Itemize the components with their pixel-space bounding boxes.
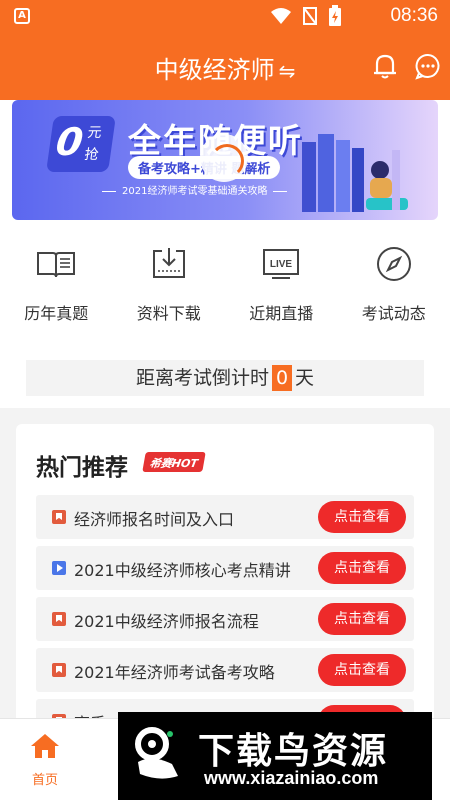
play-icon (52, 561, 66, 575)
countdown-suffix: 天 (295, 367, 315, 389)
bookmark-icon (52, 510, 66, 524)
message-icon[interactable] (414, 52, 442, 80)
no-signal-icon (303, 7, 317, 25)
books-illustration-icon (302, 134, 408, 212)
app-header: 中级经济师 ⇋ (0, 32, 450, 100)
wifi-icon (271, 8, 291, 24)
book-icon (37, 252, 76, 278)
zero-price-value: 0 (53, 120, 86, 164)
watermark-domain: www.xiazainiao.com (204, 768, 379, 788)
download-icon (152, 248, 185, 278)
hot-badge: 希赛HOT (142, 452, 206, 472)
recommend-title: 热门推荐 (36, 455, 128, 481)
nav-label: 近期直播 (249, 304, 314, 323)
app-notification-icon: A (14, 8, 30, 24)
recommend-item[interactable]: 2021年经济师考试备考攻略 点击查看 (36, 648, 414, 692)
svg-text:LIVE: LIVE (270, 259, 293, 270)
nav-label: 资料下载 (136, 304, 201, 323)
recommend-item-title: 2021中级经济师核心考点精讲 (74, 561, 291, 580)
recommend-item[interactable]: 经济师报名时间及入口 点击查看 (36, 495, 414, 539)
loading-spinner (200, 134, 248, 182)
quick-nav: 历年真题 资料下载 LIVE 近期直播 考试动态 (0, 240, 450, 332)
recommend-card: 热门推荐 希赛HOT 经济师报名时间及入口 点击查看 2021中级经济师核心考点… (16, 424, 434, 730)
nav-live[interactable]: LIVE 近期直播 (225, 240, 338, 332)
page-title: 中级经济师 (154, 56, 275, 84)
live-tv-icon: LIVE (263, 249, 300, 279)
nav-downloads[interactable]: 资料下载 (113, 240, 226, 332)
bookmark-icon (52, 612, 66, 626)
view-button[interactable]: 点击查看 (318, 501, 406, 533)
watermark: 下载鸟资源 www.xiazainiao.com (118, 712, 432, 800)
tab-home-label: 首页 (31, 773, 58, 788)
tab-home[interactable]: 首页 (20, 733, 70, 788)
countdown-days: 0 (271, 365, 293, 391)
bell-icon[interactable] (372, 52, 398, 80)
recommend-item-title: 2021年经济师考试备考攻略 (74, 663, 275, 682)
countdown-prefix: 距离考试倒计时 (135, 367, 269, 389)
recommend-item-title: 2021中级经济师报名流程 (74, 612, 259, 631)
recommend-item-title: 经济师报名时间及入口 (74, 510, 235, 529)
nav-label: 考试动态 (361, 304, 426, 323)
grab-label: 抢 (83, 147, 100, 163)
exam-countdown: 距离考试倒计时 0 天 (26, 360, 424, 396)
home-icon (31, 734, 59, 758)
view-button[interactable]: 点击查看 (318, 552, 406, 584)
status-bar: A 08:36 (0, 0, 450, 32)
nav-past-exams[interactable]: 历年真题 (0, 240, 113, 332)
recommend-item[interactable]: 2021中级经济师核心考点精讲 点击查看 (36, 546, 414, 590)
bird-logo-icon (135, 727, 178, 779)
banner-footer: 2021经济师考试零基础通关攻略 (96, 182, 293, 197)
battery-charging-icon (329, 5, 341, 26)
nav-label: 历年真题 (24, 304, 89, 323)
clock: 08:36 (390, 5, 438, 26)
nav-news[interactable]: 考试动态 (338, 240, 450, 332)
bookmark-icon (52, 663, 66, 677)
zero-price-badge: 0 元 抢 (46, 116, 116, 172)
watermark-brand: 下载鸟资源 (198, 731, 389, 772)
system-icons (270, 5, 342, 26)
swap-icon: ⇋ (278, 59, 296, 83)
compass-icon (376, 247, 411, 281)
view-button[interactable]: 点击查看 (318, 603, 406, 635)
view-button[interactable]: 点击查看 (318, 654, 406, 686)
recommend-item[interactable]: 2021中级经济师报名流程 点击查看 (36, 597, 414, 641)
yuan-label: 元 (86, 125, 103, 141)
